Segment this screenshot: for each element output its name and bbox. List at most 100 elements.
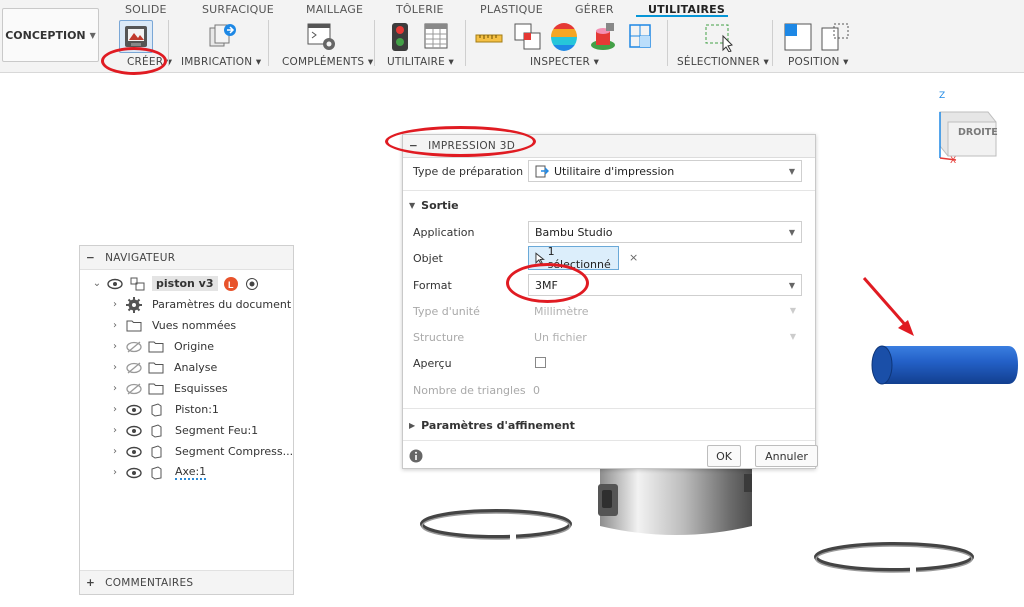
tree-item-sketches[interactable]: › Esquisses [110, 378, 228, 399]
eye-hidden-icon[interactable] [125, 383, 143, 395]
chevron-down-icon[interactable]: ⌄ [92, 278, 102, 289]
tree-item-axle[interactable]: › Axe:1 [110, 462, 207, 483]
tree-item-label: Esquisses [174, 382, 228, 395]
ok-button[interactable]: OK [707, 445, 741, 467]
group-selectionner-label[interactable]: SÉLECTIONNER ▾ [677, 56, 769, 68]
traffic-light-button[interactable] [389, 22, 411, 56]
dialog-header[interactable]: − IMPRESSION 3D [403, 135, 815, 158]
nesting-button[interactable] [206, 22, 238, 54]
triangles-label: Nombre de triangles [413, 383, 526, 397]
tab-surfacique[interactable]: SURFACIQUE [202, 3, 274, 16]
print-3d-dialog: − IMPRESSION 3D Type de préparation Util… [402, 134, 818, 469]
object-selection-button[interactable]: 1 sélectionné [528, 245, 619, 271]
chevron-right-icon[interactable]: › [110, 446, 120, 457]
group-selectionner-text: SÉLECTIONNER [677, 56, 760, 68]
refinement-section-header[interactable]: ▶ Paramètres d'affinement [409, 419, 575, 432]
cancel-button[interactable]: Annuler [755, 445, 818, 467]
group-creer-label[interactable]: CRÉER ▾ [127, 56, 172, 68]
tree-item-document-settings[interactable]: › Paramètres du document [110, 294, 291, 315]
tab-gerer[interactable]: GÉRER [575, 3, 614, 16]
preparation-type-select[interactable]: Utilitaire d'impression ▼ [528, 160, 802, 182]
output-section-header[interactable]: ▼ Sortie [409, 199, 459, 212]
eye-hidden-icon[interactable] [125, 341, 143, 353]
preview-checkbox[interactable] [535, 357, 546, 368]
tree-item-compression-ring[interactable]: › Segment Compress... [110, 441, 293, 462]
radio-activate-icon[interactable] [245, 277, 259, 291]
group-imbrication-text: IMBRICATION [181, 56, 253, 68]
tree-item-analysis[interactable]: › Analyse [110, 357, 217, 378]
tab-plastique[interactable]: PLASTIQUE [480, 3, 543, 16]
format-row: Format 3MF ▼ [403, 272, 815, 298]
traffic-light-icon [392, 23, 408, 51]
measure-button[interactable] [475, 28, 503, 52]
interference-button[interactable] [513, 22, 543, 56]
chevron-right-icon[interactable]: › [110, 299, 120, 310]
revert-position-button[interactable] [820, 22, 852, 56]
group-utilitaire-label[interactable]: UTILITAIRE ▾ [387, 56, 454, 68]
nesting-icon [209, 24, 236, 47]
application-value: Bambu Studio [535, 225, 613, 239]
table-button[interactable] [423, 22, 449, 54]
piston-ring-left [418, 507, 575, 543]
eye-icon[interactable] [125, 404, 143, 416]
ribbon-separator [465, 20, 466, 66]
tree-item-named-views[interactable]: › Vues nommées [110, 315, 236, 336]
comments-panel-header[interactable]: + COMMENTAIRES [80, 570, 293, 594]
group-creer-text: CRÉER [127, 56, 164, 68]
piston-axle[interactable] [868, 338, 1020, 392]
folder-icon [148, 362, 164, 374]
chevron-right-icon[interactable]: › [110, 467, 120, 478]
eye-icon[interactable] [125, 425, 143, 437]
component-icon [130, 277, 145, 290]
structure-value: Un fichier [534, 330, 587, 344]
ribbon-separator [168, 20, 169, 66]
clear-selection-icon[interactable]: × [629, 251, 638, 264]
ribbon-separator [374, 20, 375, 66]
tab-maillage[interactable]: MAILLAGE [306, 3, 363, 16]
draft-analysis-button[interactable] [588, 21, 618, 57]
capture-position-button[interactable] [783, 22, 813, 56]
zebra-analysis-button[interactable] [549, 21, 579, 57]
axis-x-label: X [950, 156, 957, 166]
chevron-down-icon: ▼ [789, 332, 796, 341]
tree-root-row[interactable]: ⌄ piston v3 L [92, 273, 259, 294]
group-imbrication-label[interactable]: IMBRICATION ▾ [181, 56, 261, 68]
section-analysis-button[interactable] [627, 22, 655, 56]
chevron-right-icon[interactable]: › [110, 404, 120, 415]
scripts-addins-button[interactable] [304, 22, 338, 56]
active-tab-indicator [636, 15, 728, 17]
view-cube[interactable]: DROITE Z X [930, 91, 1000, 170]
chevron-right-icon[interactable]: › [110, 425, 120, 436]
eye-icon[interactable] [125, 446, 143, 458]
tree-item-top-ring[interactable]: › Segment Feu:1 [110, 420, 258, 441]
tree-item-piston[interactable]: › Piston:1 [110, 399, 219, 420]
chevron-right-icon[interactable]: › [110, 320, 120, 331]
workspace-switcher[interactable]: CONCEPTION ▼ [2, 8, 99, 62]
tree-item-origin[interactable]: › Origine [110, 336, 214, 357]
eye-icon[interactable] [106, 278, 124, 290]
chevron-right-icon[interactable]: › [110, 383, 120, 394]
tab-tolerie[interactable]: TÔLERIE [396, 3, 444, 16]
info-icon[interactable] [409, 449, 423, 463]
create-3d-print-button[interactable] [119, 20, 153, 53]
group-inspecter-label[interactable]: INSPECTER ▾ [530, 56, 599, 68]
collapse-icon[interactable]: − [409, 140, 418, 152]
body-icon [151, 465, 162, 480]
format-select[interactable]: 3MF ▼ [528, 274, 802, 296]
chevron-right-icon[interactable]: › [110, 362, 120, 373]
collapse-icon[interactable]: − [86, 252, 95, 264]
triangles-value: 0 [533, 383, 540, 397]
group-complements-label[interactable]: COMPLÉMENTS ▾ [282, 56, 373, 68]
window-select-button[interactable] [703, 22, 737, 56]
tab-solide[interactable]: SOLIDE [125, 3, 167, 16]
eye-hidden-icon[interactable] [125, 362, 143, 374]
application-select[interactable]: Bambu Studio ▼ [528, 221, 802, 243]
tree-item-label: Analyse [174, 361, 218, 374]
navigator-header[interactable]: − NAVIGATEUR [80, 246, 293, 270]
chevron-right-icon[interactable]: › [110, 341, 120, 352]
browser-navigator: − NAVIGATEUR ⌄ piston v3 L › Paramètres … [79, 245, 294, 595]
expand-icon[interactable]: + [86, 577, 95, 589]
group-position-label[interactable]: POSITION ▾ [788, 56, 849, 68]
eye-icon[interactable] [125, 467, 143, 479]
application-label: Application [413, 225, 475, 239]
